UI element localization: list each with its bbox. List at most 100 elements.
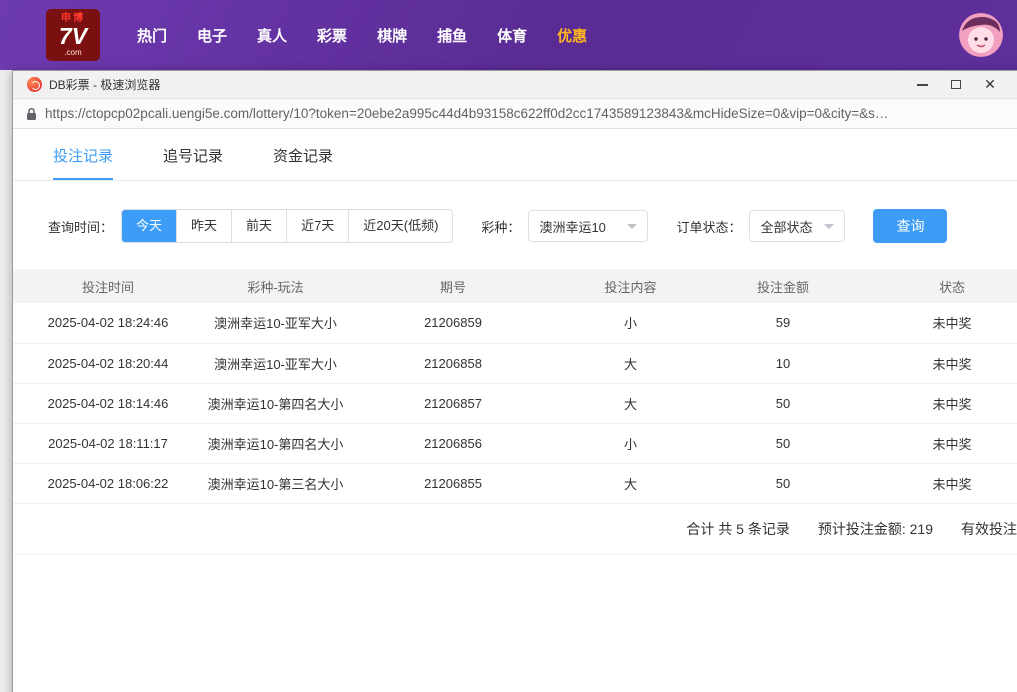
browser-window: DB彩票 - 极速浏览器 ✕ https://ctopcp02pcali.uen… xyxy=(12,70,1017,692)
cell-lottery-play: 澳洲幸运10-第四名大小 xyxy=(203,383,348,423)
cell-status: 未中奖 xyxy=(863,303,1017,343)
nav-item-lottery[interactable]: 彩票 xyxy=(302,15,362,56)
window-titlebar[interactable]: DB彩票 - 极速浏览器 ✕ xyxy=(13,71,1017,99)
close-icon: ✕ xyxy=(984,76,996,93)
brand-logo-sub: .com xyxy=(64,49,81,57)
table-row: 2025-04-02 18:14:46 澳洲幸运10-第四名大小 2120685… xyxy=(13,383,1017,423)
summary-total: 合计 共 5 条记录 xyxy=(686,519,789,539)
time-option-20days[interactable]: 近20天(低频) xyxy=(348,210,452,242)
nav-item-hot[interactable]: 热门 xyxy=(122,15,182,56)
tab-fund-records[interactable]: 资金记录 xyxy=(273,145,333,180)
summary-expected-amount: 预计投注金额: 219 xyxy=(818,519,933,539)
main-nav: 热门 电子 真人 彩票 棋牌 捕鱼 体育 优惠 xyxy=(122,15,602,56)
cell-status: 未中奖 xyxy=(863,383,1017,423)
nav-item-sports[interactable]: 体育 xyxy=(482,15,542,56)
cell-issue: 21206855 xyxy=(348,463,558,503)
cell-lottery-play: 澳洲幸运10-亚军大小 xyxy=(203,303,348,343)
time-option-yesterday[interactable]: 昨天 xyxy=(176,210,231,242)
window-controls: ✕ xyxy=(905,72,1007,98)
time-filter-group: 今天 昨天 前天 近7天 近20天(低频) xyxy=(121,209,453,243)
col-header-bet-content: 投注内容 xyxy=(558,269,703,303)
cell-bet-amount: 50 xyxy=(703,423,863,463)
cell-bet-content: 大 xyxy=(558,463,703,503)
cell-lottery-play: 澳洲幸运10-亚军大小 xyxy=(203,343,348,383)
nav-item-live[interactable]: 真人 xyxy=(242,15,302,56)
cell-issue: 21206856 xyxy=(348,423,558,463)
cell-bet-content: 小 xyxy=(558,303,703,343)
cell-bet-time: 2025-04-02 18:14:46 xyxy=(13,383,203,423)
browser-app-icon xyxy=(27,77,42,92)
tab-bet-records[interactable]: 投注记录 xyxy=(53,145,113,180)
status-select-value: 全部状态 xyxy=(760,217,812,236)
summary-valid-bet: 有效投注 xyxy=(961,519,1017,539)
cell-status: 未中奖 xyxy=(863,463,1017,503)
time-option-7days[interactable]: 近7天 xyxy=(286,210,348,242)
cell-issue: 21206858 xyxy=(348,343,558,383)
table-row: 2025-04-02 18:20:44 澳洲幸运10-亚军大小 21206858… xyxy=(13,343,1017,383)
nav-item-promo[interactable]: 优惠 xyxy=(542,15,602,56)
cell-issue: 21206857 xyxy=(348,383,558,423)
brand-logo-main: 7V xyxy=(59,25,87,48)
nav-item-fishing[interactable]: 捕鱼 xyxy=(422,15,482,56)
time-option-daybefore[interactable]: 前天 xyxy=(231,210,286,242)
cell-bet-amount: 59 xyxy=(703,303,863,343)
cell-bet-amount: 10 xyxy=(703,343,863,383)
window-title: DB彩票 - 极速浏览器 xyxy=(49,76,160,93)
minimize-icon xyxy=(917,84,928,86)
nav-item-cards[interactable]: 棋牌 xyxy=(362,15,422,56)
lottery-page: 投注记录 追号记录 资金记录 查询时间： 今天 昨天 前天 近7天 近20天(低… xyxy=(13,129,1017,692)
cell-bet-content: 大 xyxy=(558,383,703,423)
status-select[interactable]: 全部状态 xyxy=(749,210,845,242)
tab-chase-records[interactable]: 追号记录 xyxy=(163,145,223,180)
cell-bet-amount: 50 xyxy=(703,463,863,503)
minimize-button[interactable] xyxy=(905,72,939,98)
bet-records-table: 投注时间 彩种-玩法 期号 投注内容 投注金额 状态 2025-04-02 18… xyxy=(13,269,1017,504)
lock-icon xyxy=(26,107,37,121)
address-bar[interactable]: https://ctopcp02pcali.uengi5e.com/lotter… xyxy=(13,99,1017,129)
cell-bet-content: 大 xyxy=(558,343,703,383)
col-header-bet-amount: 投注金额 xyxy=(703,269,863,303)
time-filter-label: 查询时间： xyxy=(48,217,113,236)
table-row: 2025-04-02 18:24:46 澳洲幸运10-亚军大小 21206859… xyxy=(13,303,1017,343)
filter-bar: 查询时间： 今天 昨天 前天 近7天 近20天(低频) 彩种： 澳洲幸运10 订… xyxy=(48,209,1017,243)
record-tabs: 投注记录 追号记录 资金记录 xyxy=(13,129,1017,181)
lottery-select-value: 澳洲幸运10 xyxy=(539,217,605,236)
chevron-down-icon xyxy=(627,224,637,234)
cell-bet-time: 2025-04-02 18:24:46 xyxy=(13,303,203,343)
cell-issue: 21206859 xyxy=(348,303,558,343)
lottery-select[interactable]: 澳洲幸运10 xyxy=(528,210,648,242)
user-avatar[interactable] xyxy=(959,13,1003,57)
cell-bet-time: 2025-04-02 18:20:44 xyxy=(13,343,203,383)
lottery-select-label: 彩种： xyxy=(481,217,520,236)
col-header-status: 状态 xyxy=(863,269,1017,303)
cell-bet-content: 小 xyxy=(558,423,703,463)
table-summary: 合计 共 5 条记录 预计投注金额: 219 有效投注 xyxy=(13,504,1017,555)
col-header-lottery-play: 彩种-玩法 xyxy=(203,269,348,303)
table-row: 2025-04-02 18:11:17 澳洲幸运10-第四名大小 2120685… xyxy=(13,423,1017,463)
close-button[interactable]: ✕ xyxy=(973,72,1007,98)
table-row: 2025-04-02 18:06:22 澳洲幸运10-第三名大小 2120685… xyxy=(13,463,1017,503)
url-text[interactable]: https://ctopcp02pcali.uengi5e.com/lotter… xyxy=(45,106,888,121)
col-header-bet-time: 投注时间 xyxy=(13,269,203,303)
cell-bet-time: 2025-04-02 18:11:17 xyxy=(13,423,203,463)
site-navbar: 申博 7V .com 热门 电子 真人 彩票 棋牌 捕鱼 体育 优惠 xyxy=(0,0,1017,70)
cell-bet-time: 2025-04-02 18:06:22 xyxy=(13,463,203,503)
cell-status: 未中奖 xyxy=(863,343,1017,383)
table-header-row: 投注时间 彩种-玩法 期号 投注内容 投注金额 状态 xyxy=(13,269,1017,303)
time-option-today[interactable]: 今天 xyxy=(122,210,176,242)
chevron-down-icon xyxy=(824,224,834,234)
brand-logo[interactable]: 申博 7V .com xyxy=(46,9,100,61)
cell-bet-amount: 50 xyxy=(703,383,863,423)
cell-lottery-play: 澳洲幸运10-第三名大小 xyxy=(203,463,348,503)
avatar-image xyxy=(959,13,1003,57)
col-header-issue: 期号 xyxy=(348,269,558,303)
desktop-background: DB彩票 - 极速浏览器 ✕ https://ctopcp02pcali.uen… xyxy=(0,70,1017,692)
status-select-label: 订单状态： xyxy=(676,217,741,236)
search-button[interactable]: 查询 xyxy=(873,209,947,243)
cell-lottery-play: 澳洲幸运10-第四名大小 xyxy=(203,423,348,463)
brand-logo-top: 申博 xyxy=(61,14,85,24)
nav-item-slots[interactable]: 电子 xyxy=(182,15,242,56)
maximize-icon xyxy=(951,80,961,89)
maximize-button[interactable] xyxy=(939,72,973,98)
cell-status: 未中奖 xyxy=(863,423,1017,463)
